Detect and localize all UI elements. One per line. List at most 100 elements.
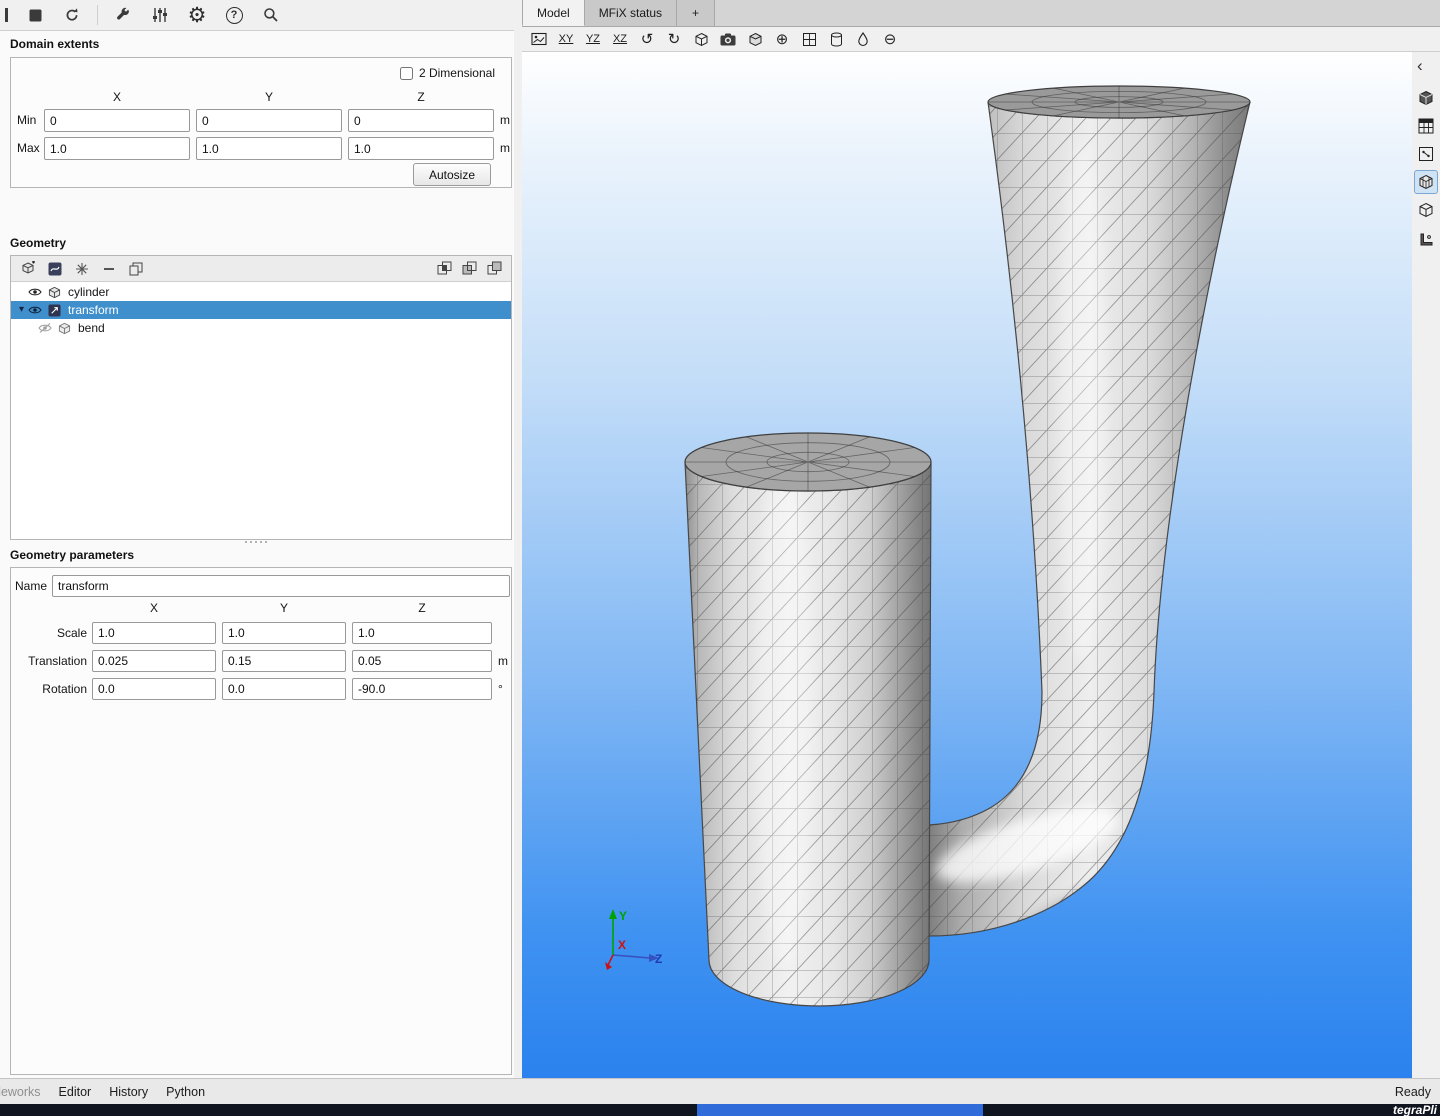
parameters-button[interactable] <box>148 3 172 27</box>
pause-button[interactable] <box>2 3 10 27</box>
rail-table-icon <box>1418 118 1434 134</box>
stop-icon <box>29 9 42 22</box>
rotate-cw-button[interactable]: ↻ <box>665 30 683 48</box>
main-toolbar: ⚙ ? <box>0 0 514 31</box>
status-bar: deworks Editor History Python Ready <box>0 1078 1440 1104</box>
add-geometry-icon <box>21 261 36 276</box>
domain-max-x-input[interactable] <box>44 137 190 160</box>
scale-y-input[interactable] <box>222 622 346 644</box>
domain-extents-title: Domain extents <box>10 37 99 51</box>
perspective-icon <box>694 32 709 47</box>
rail-table-button[interactable] <box>1414 114 1438 138</box>
geometry-title: Geometry <box>10 236 66 250</box>
visibility-hidden-eye-icon[interactable] <box>38 323 58 333</box>
camera-button[interactable] <box>719 30 737 48</box>
boolean-union-button[interactable] <box>435 260 453 278</box>
toggle-mesh-button[interactable] <box>800 30 818 48</box>
view-xy-button[interactable]: XY <box>557 30 575 48</box>
collapse-rail-button[interactable]: ‹ <box>1417 56 1423 76</box>
rotate-cw-icon: ↻ <box>668 32 681 47</box>
tree-item-bend[interactable]: bend <box>11 319 511 337</box>
statusbar-tab-python[interactable]: Python <box>166 1085 205 1099</box>
tree-item-transform[interactable]: ▾ transform <box>11 301 511 319</box>
geometry-visibility-icon <box>748 32 763 47</box>
3d-viewport[interactable]: Y X Z <box>522 52 1412 1078</box>
build-mesh-button[interactable] <box>111 3 135 27</box>
rotation-x-input[interactable] <box>92 678 216 700</box>
copy-geometry-button[interactable] <box>127 260 145 278</box>
model-setup-panel: Domain extents 2 Dimensional X Y Z Min m… <box>0 31 514 1078</box>
translation-y-input[interactable] <box>222 650 346 672</box>
geometry-parameters-box: Name X Y Z Scale Translation m Rotation … <box>10 567 512 1075</box>
scale-z-input[interactable] <box>352 622 492 644</box>
translation-unit: m <box>498 650 508 673</box>
visibility-eye-icon[interactable] <box>28 305 48 315</box>
stl-geometry-icon <box>58 322 78 335</box>
transform-icon <box>48 304 68 317</box>
statusbar-tab-nodeworks[interactable]: deworks <box>0 1085 41 1099</box>
remove-geometry-button[interactable] <box>100 260 118 278</box>
view-xz-button[interactable]: XZ <box>611 30 629 48</box>
reset-button[interactable] <box>60 3 84 27</box>
search-button[interactable] <box>259 3 283 27</box>
3d-model: Y X Z <box>522 52 1412 1078</box>
panel-splitter[interactable] <box>514 0 522 1078</box>
autosize-button[interactable]: Autosize <box>413 163 491 186</box>
tab-model[interactable]: Model <box>522 0 585 26</box>
add-implicit-button[interactable] <box>46 260 64 278</box>
tree-item-cylinder[interactable]: cylinder <box>11 283 511 301</box>
toggle-regions-button[interactable]: ⊕ <box>773 30 791 48</box>
toggle-slice-button[interactable]: ⊖ <box>881 30 899 48</box>
add-geometry-button[interactable] <box>19 260 37 278</box>
taskbar-active-app[interactable] <box>697 1104 983 1116</box>
copy-icon <box>129 262 143 276</box>
screenshot-icon <box>531 32 547 46</box>
col-z: Z <box>348 90 494 104</box>
screenshot-button[interactable] <box>530 30 548 48</box>
rail-mesh-button[interactable] <box>1414 170 1438 194</box>
settings-button[interactable]: ⚙ <box>185 3 209 27</box>
splitter-handle[interactable] <box>245 541 267 543</box>
translation-z-input[interactable] <box>352 650 492 672</box>
viewport-tabbar: Model MFiX status + <box>522 0 1440 27</box>
translation-x-input[interactable] <box>92 650 216 672</box>
domain-min-y-input[interactable] <box>196 109 342 132</box>
domain-max-y-input[interactable] <box>196 137 342 160</box>
boolean-intersect-button[interactable] <box>460 260 478 278</box>
domain-max-z-input[interactable] <box>348 137 494 160</box>
geometry-name-input[interactable] <box>52 575 510 597</box>
geometry-box: cylinder ▾ transform <box>10 255 512 540</box>
rail-ruler-button[interactable] <box>1414 228 1438 252</box>
pause-icon <box>5 8 8 22</box>
toggle-cylinder-button[interactable] <box>827 30 845 48</box>
translation-label: Translation <box>13 650 87 673</box>
rotate-ccw-button[interactable]: ↺ <box>638 30 656 48</box>
rotation-y-input[interactable] <box>222 678 346 700</box>
visibility-eye-icon[interactable] <box>28 287 48 297</box>
rail-nodes-button[interactable] <box>1414 142 1438 166</box>
tab-mfix-status[interactable]: MFiX status <box>585 0 677 26</box>
domain-min-z-input[interactable] <box>348 109 494 132</box>
expand-arrow-icon[interactable]: ▾ <box>19 305 24 315</box>
geometry-tree: cylinder ▾ transform <box>11 283 511 337</box>
add-procedural-button[interactable] <box>73 260 91 278</box>
orientation-axes: Y X Z <box>605 909 662 970</box>
toggle-fluid-button[interactable] <box>854 30 872 48</box>
tab-add[interactable]: + <box>677 0 715 26</box>
perspective-button[interactable] <box>692 30 710 48</box>
rail-box-button[interactable] <box>1414 198 1438 222</box>
rotation-z-input[interactable] <box>352 678 492 700</box>
statusbar-tab-history[interactable]: History <box>109 1085 148 1099</box>
view-yz-button[interactable]: YZ <box>584 30 602 48</box>
rail-geometry-button[interactable] <box>1414 86 1438 110</box>
domain-min-x-input[interactable] <box>44 109 190 132</box>
two-dimensional-checkbox[interactable] <box>400 67 413 80</box>
boolean-difference-button[interactable] <box>485 260 503 278</box>
toggle-geometry-button[interactable] <box>746 30 764 48</box>
stop-button[interactable] <box>23 3 47 27</box>
scale-x-input[interactable] <box>92 622 216 644</box>
help-button[interactable]: ? <box>222 3 246 27</box>
boolean-ops-group <box>435 260 503 278</box>
search-icon <box>263 7 279 23</box>
statusbar-tab-editor[interactable]: Editor <box>59 1085 92 1099</box>
